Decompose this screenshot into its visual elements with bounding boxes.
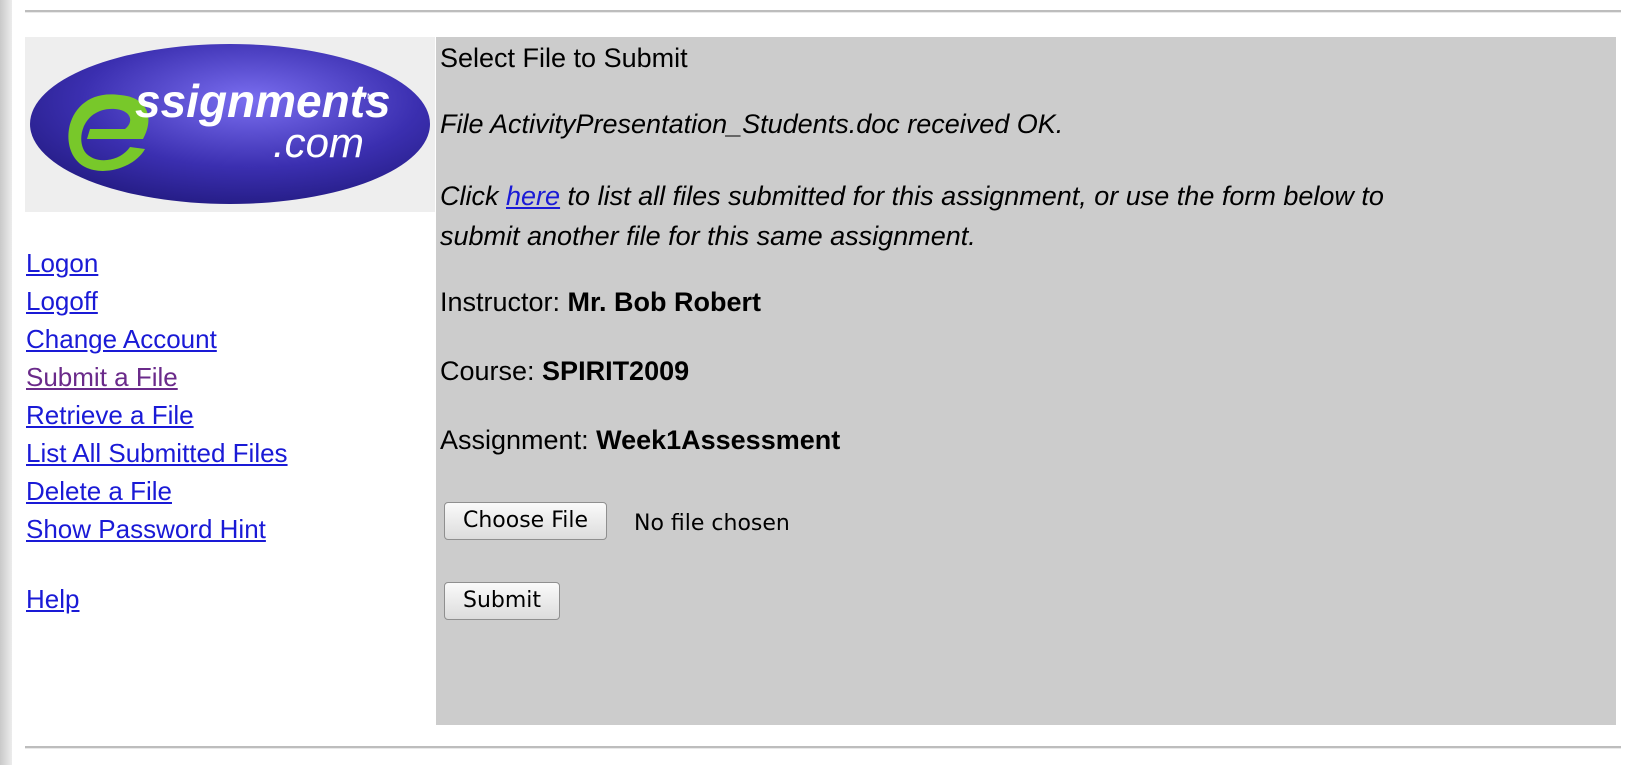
top-divider [25, 10, 1621, 13]
assignment-label: Assignment: [440, 425, 597, 455]
logo-domain-text: .com [273, 119, 364, 166]
received-message: File ActivityPresentation_Students.doc r… [440, 109, 1064, 139]
submit-button[interactable]: Submit [444, 582, 561, 620]
course-value: SPIRIT2009 [542, 356, 690, 386]
nav-submit-file-link[interactable]: Submit a File [26, 358, 288, 396]
nav-logoff-link[interactable]: Logoff [26, 282, 288, 320]
logo-tm: ™ [361, 90, 375, 106]
bottom-divider [25, 746, 1621, 749]
instructions-suffix: to list all files submitted for this ass… [560, 181, 1384, 211]
nav-change-account-link[interactable]: Change Account [26, 320, 288, 358]
essignments-logo[interactable]: ssignments ™ .com [25, 37, 435, 212]
no-file-chosen-text: No file chosen [634, 511, 790, 536]
list-files-here-link[interactable]: here [506, 181, 560, 211]
submit-panel: Select File to Submit File ActivityPrese… [436, 37, 1616, 725]
nav-show-password-hint-link[interactable]: Show Password Hint [26, 510, 288, 548]
instructions-prefix: Click [440, 181, 506, 211]
instructor-value: Mr. Bob Robert [567, 287, 762, 317]
nav-help-link[interactable]: Help [26, 580, 288, 618]
assignment-row: Assignment: Week1Assessment [440, 425, 840, 456]
assignment-value: Week1Assessment [596, 425, 841, 455]
window-frame-left [0, 0, 12, 765]
choose-file-button[interactable]: Choose File [444, 502, 608, 540]
nav-delete-file-link[interactable]: Delete a File [26, 472, 288, 510]
instructor-row: Instructor: Mr. Bob Robert [440, 287, 761, 318]
course-row: Course: SPIRIT2009 [440, 356, 689, 387]
instructor-label: Instructor: [440, 287, 568, 317]
nav-retrieve-file-link[interactable]: Retrieve a File [26, 396, 288, 434]
instructions-line-1: Click here to list all files submitted f… [440, 181, 1384, 212]
course-label: Course: [440, 356, 543, 386]
page-title: Select File to Submit [440, 43, 688, 73]
instructions-line-2: submit another file for this same assign… [440, 221, 976, 251]
sidebar-nav: Logon Logoff Change Account Submit a Fil… [26, 244, 288, 618]
nav-logon-link[interactable]: Logon [26, 244, 288, 282]
nav-list-all-files-link[interactable]: List All Submitted Files [26, 434, 288, 472]
